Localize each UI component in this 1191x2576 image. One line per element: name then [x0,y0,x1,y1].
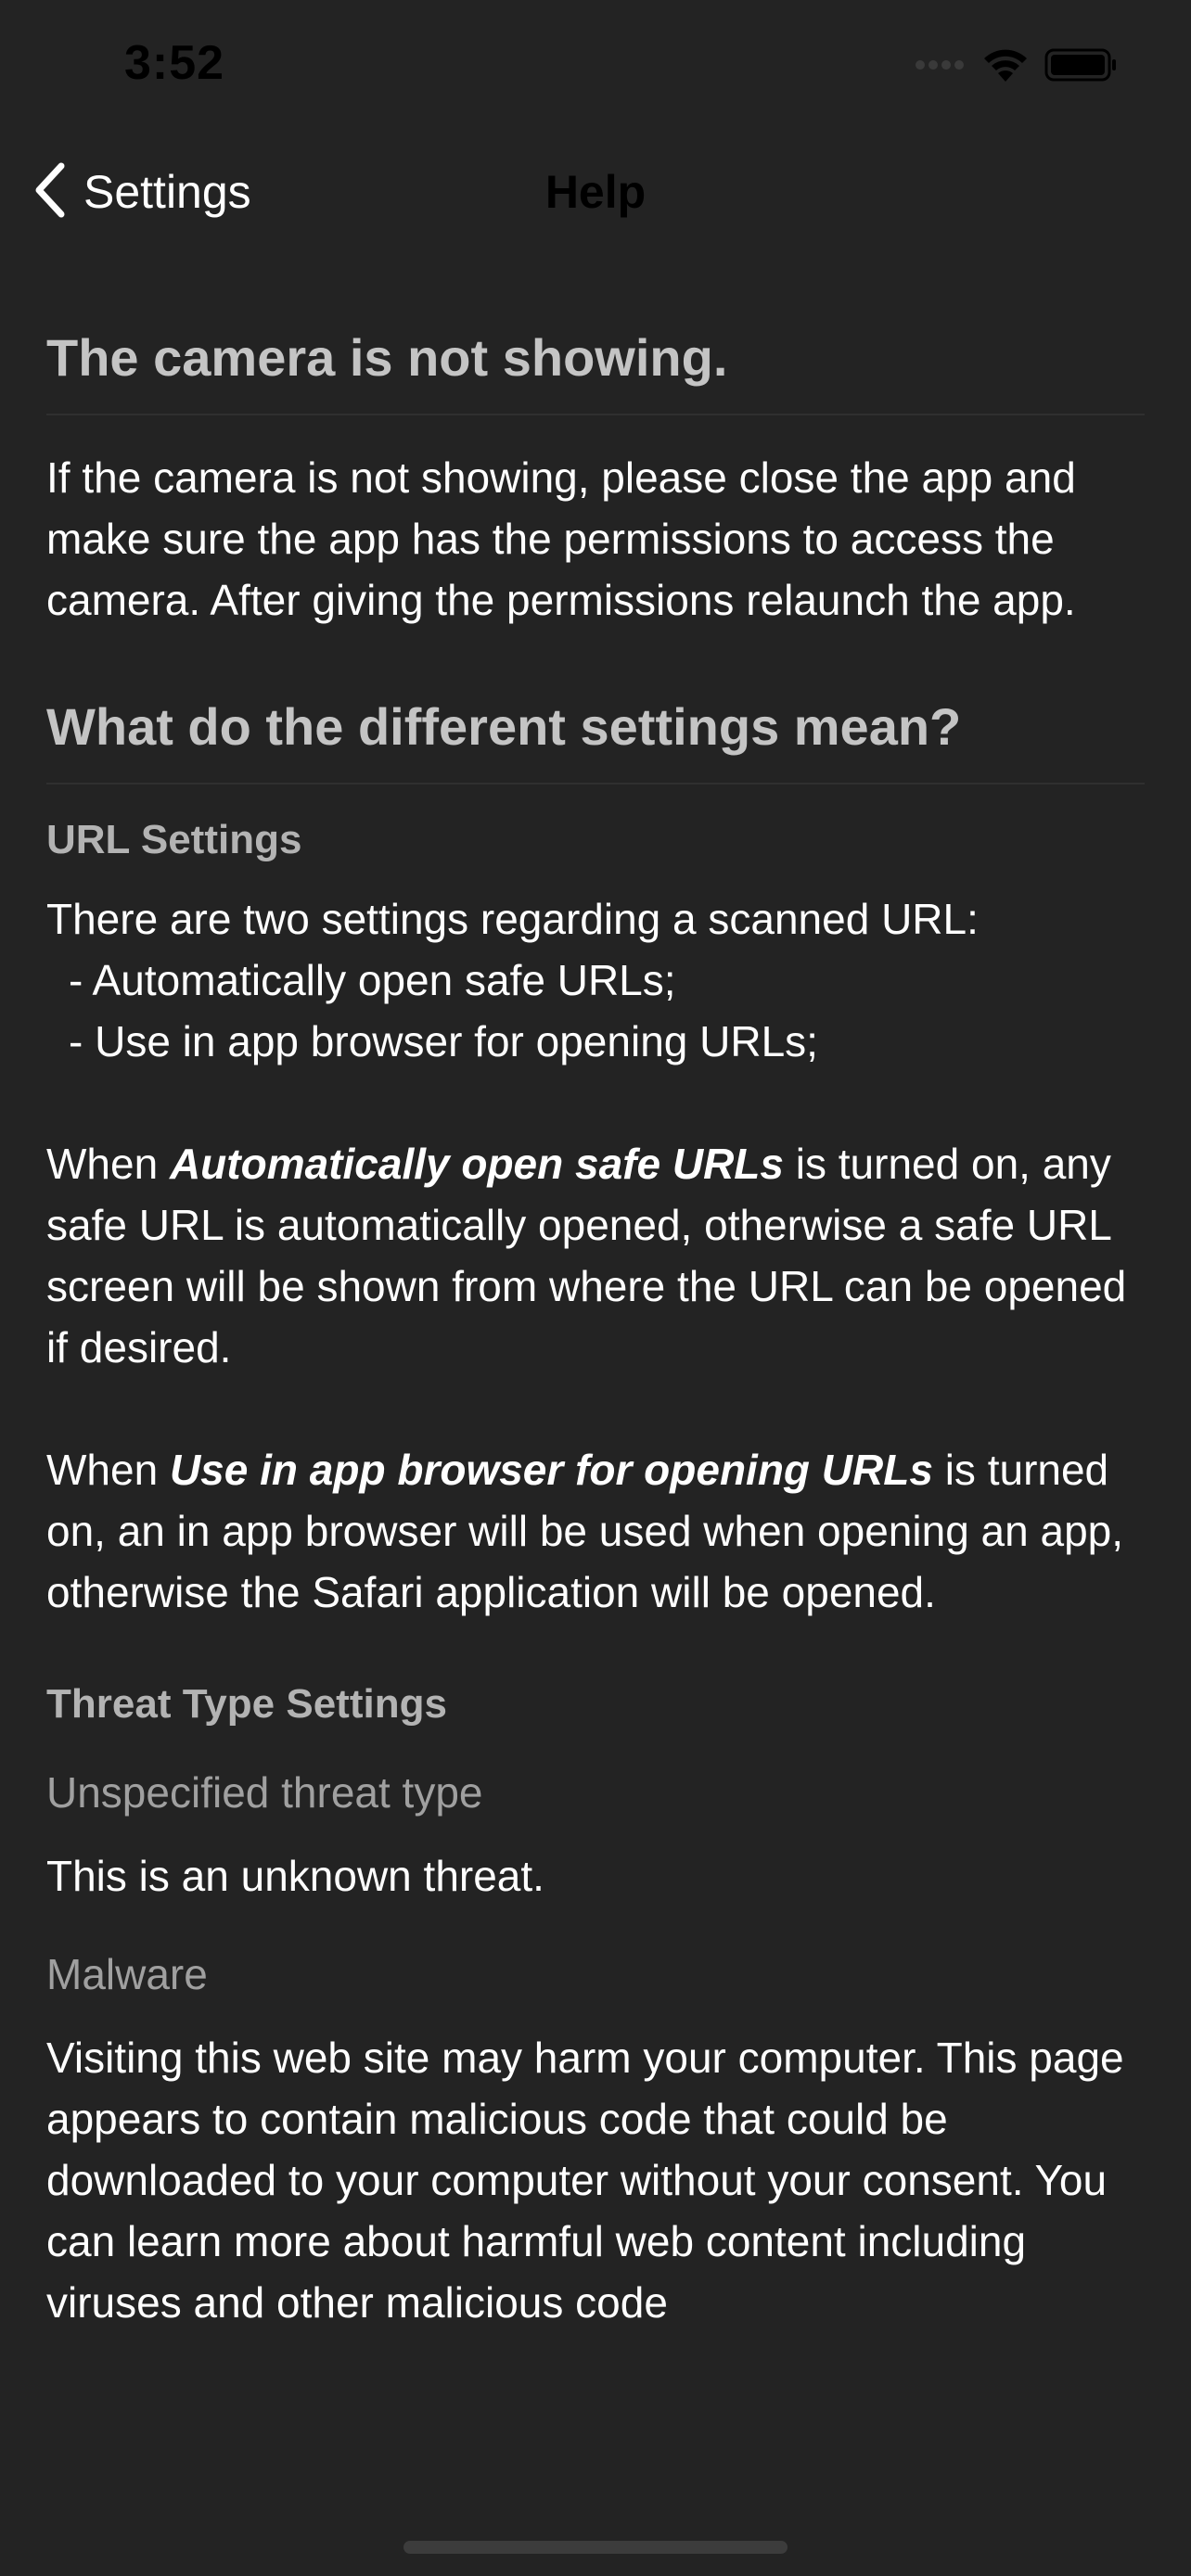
in-app-setting-name: Use in app browser for opening URLs [169,1446,933,1494]
navigation-bar: Settings Help [0,130,1191,254]
status-bar: 3:52 [0,0,1191,130]
home-indicator [403,2541,788,2554]
camera-section-heading: The camera is not showing. [46,328,728,387]
divider [46,783,1145,784]
signal-icon [915,58,967,76]
threat-type-name: Unspecified threat type [46,1768,483,1817]
status-icons [915,46,1119,87]
battery-icon [1044,46,1119,88]
url-settings-title: URL Settings [46,817,302,862]
in-app-browser-description: When Use in app browser for opening URLs… [46,1439,1145,1623]
url-option-item: - Automatically open safe URLs; [69,956,676,1004]
threat-settings-title: Threat Type Settings [46,1681,447,1727]
wifi-icon [981,46,1030,88]
divider [46,414,1145,415]
auto-open-setting-name: Automatically open safe URLs [169,1140,784,1188]
url-option-item: - Use in app browser for opening URLs; [69,1017,818,1065]
settings-section-heading: What do the different settings mean? [46,697,962,756]
threat-type-description: Visiting this web site may harm your com… [46,2034,1136,2327]
threat-type-name: Malware [46,1950,208,1998]
status-time: 3:52 [124,36,225,90]
threat-type-description: This is an unknown threat. [46,1852,544,1900]
auto-open-prefix: When [46,1140,170,1188]
help-content: The camera is not showing. If the camera… [46,319,1145,2333]
auto-open-description: When Automatically open safe URLs is tur… [46,1133,1145,1378]
camera-section-body: If the camera is not showing, please clo… [46,453,1088,624]
url-settings-intro: There are two settings regarding a scann… [46,895,979,943]
in-app-prefix: When [46,1446,170,1494]
page-title: Help [544,166,647,218]
